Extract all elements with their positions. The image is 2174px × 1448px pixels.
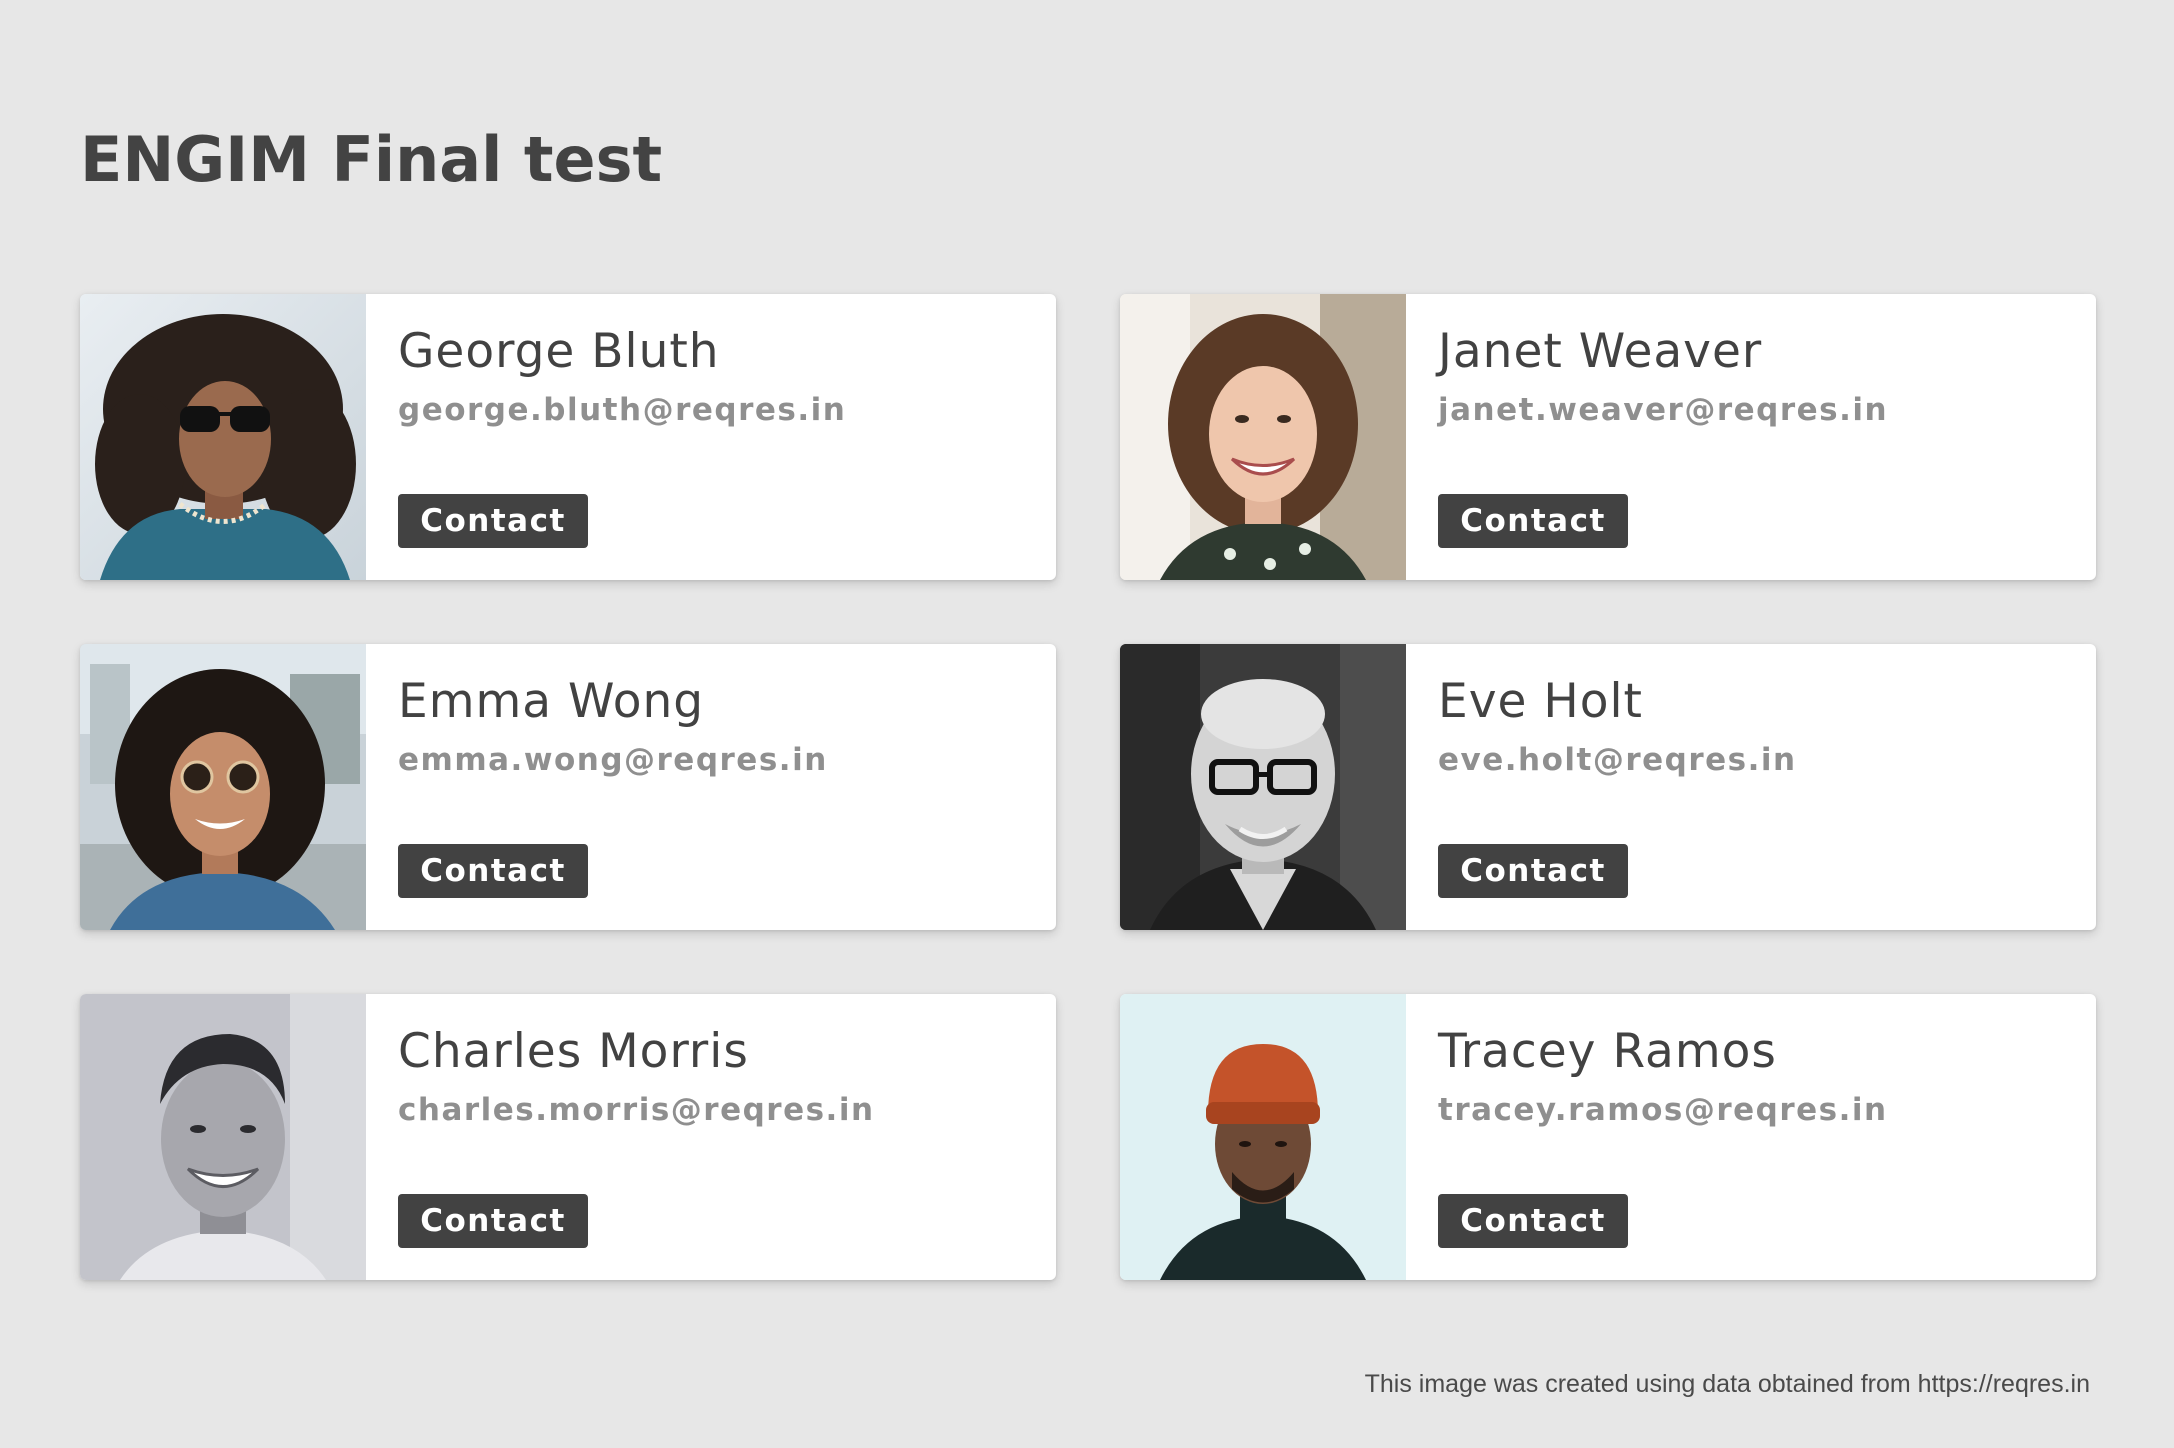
avatar-photo-curly-man (80, 294, 366, 580)
avatar (80, 644, 366, 930)
user-info: Tracey Ramos tracey.ramos@reqres.in Cont… (1406, 994, 2096, 1280)
user-info: Eve Holt eve.holt@reqres.in Contact (1406, 644, 2096, 930)
avatar (1120, 644, 1406, 930)
avatar (1120, 294, 1406, 580)
user-email: george.bluth@reqres.in (398, 392, 847, 428)
avatar-photo-bald-man-glasses (1120, 644, 1406, 930)
user-card: George Bluth george.bluth@reqres.in Cont… (80, 294, 1056, 580)
contact-button[interactable]: Contact (398, 844, 588, 898)
avatar (80, 994, 366, 1280)
user-card-grid: George Bluth george.bluth@reqres.in Cont… (80, 294, 2096, 1280)
avatar-photo-smiling-man (80, 994, 366, 1280)
user-info: George Bluth george.bluth@reqres.in Cont… (366, 294, 1056, 580)
user-name: Tracey Ramos (1438, 1024, 1777, 1079)
page-title: ENGIM Final test (80, 123, 663, 196)
footer-credit: This image was created using data obtain… (1364, 1370, 2090, 1398)
user-email: eve.holt@reqres.in (1438, 742, 1797, 778)
user-card: Janet Weaver janet.weaver@reqres.in Cont… (1120, 294, 2096, 580)
contact-button[interactable]: Contact (398, 1194, 588, 1248)
avatar-photo-smiling-woman (1120, 294, 1406, 580)
avatar (1120, 994, 1406, 1280)
user-card: Emma Wong emma.wong@reqres.in Contact (80, 644, 1056, 930)
avatar (80, 294, 366, 580)
user-name: Emma Wong (398, 674, 705, 729)
user-name: Eve Holt (1438, 674, 1643, 729)
user-email: emma.wong@reqres.in (398, 742, 828, 778)
user-email: tracey.ramos@reqres.in (1438, 1092, 1888, 1128)
avatar-photo-curly-woman (80, 644, 366, 930)
user-name: Charles Morris (398, 1024, 749, 1079)
user-card: Charles Morris charles.morris@reqres.in … (80, 994, 1056, 1280)
user-info: Charles Morris charles.morris@reqres.in … (366, 994, 1056, 1280)
contact-button[interactable]: Contact (1438, 494, 1628, 548)
user-info: Janet Weaver janet.weaver@reqres.in Cont… (1406, 294, 2096, 580)
user-card: Tracey Ramos tracey.ramos@reqres.in Cont… (1120, 994, 2096, 1280)
avatar-photo-man-beanie (1120, 994, 1406, 1280)
user-name: George Bluth (398, 324, 720, 379)
user-email: janet.weaver@reqres.in (1438, 392, 1889, 428)
user-email: charles.morris@reqres.in (398, 1092, 875, 1128)
user-name: Janet Weaver (1438, 324, 1763, 379)
user-info: Emma Wong emma.wong@reqres.in Contact (366, 644, 1056, 930)
user-card: Eve Holt eve.holt@reqres.in Contact (1120, 644, 2096, 930)
contact-button[interactable]: Contact (1438, 844, 1628, 898)
contact-button[interactable]: Contact (1438, 1194, 1628, 1248)
contact-button[interactable]: Contact (398, 494, 588, 548)
